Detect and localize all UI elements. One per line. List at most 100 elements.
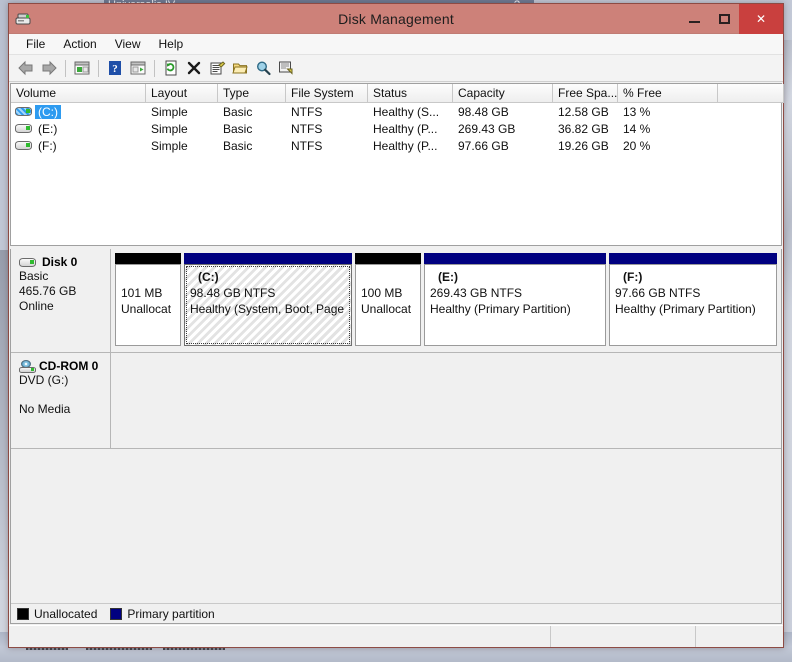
disk-row-disk0[interactable]: Disk 0 Basic 465.76 GB Online 101 MB Una… — [11, 249, 781, 353]
partition-strip: 101 MB Unallocat (C:) 98.48 GB NTFS Heal… — [111, 249, 781, 352]
window-controls: ✕ — [679, 3, 783, 34]
legend-swatch-unallocated — [17, 607, 29, 620]
toolbar: ? — [9, 55, 783, 82]
column-header-capacity[interactable]: Capacity — [453, 84, 553, 103]
status-cell: Healthy (S... — [373, 104, 440, 119]
partition-label: (F:) — [623, 270, 643, 284]
search-icon[interactable] — [252, 57, 274, 79]
column-header-empty[interactable] — [718, 84, 784, 103]
type-cell: Basic — [223, 121, 253, 136]
volume-label: (E:) — [38, 121, 58, 136]
menu-item-help[interactable]: Help — [150, 36, 193, 52]
column-header-status[interactable]: Status — [368, 84, 453, 103]
partition-cap — [355, 253, 421, 264]
table-row[interactable]: (F:) Simple Basic NTFS Healthy (P... 97.… — [11, 137, 781, 154]
legend-swatch-primary — [110, 607, 123, 620]
disk-row-cdrom0[interactable]: CD-ROM 0 DVD (G:) No Media — [11, 353, 781, 449]
partition-size: 98.48 GB NTFS — [190, 286, 276, 300]
menu-item-view[interactable]: View — [106, 36, 150, 52]
window-title: Disk Management — [338, 10, 454, 27]
table-row[interactable]: (E:) Simple Basic NTFS Healthy (P... 269… — [11, 120, 781, 137]
close-button[interactable]: ✕ — [739, 3, 783, 34]
table-row[interactable]: (C:) Simple Basic NTFS Healthy (S... 98.… — [11, 103, 781, 120]
disk-drive-icon — [15, 11, 31, 27]
menu-item-action[interactable]: Action — [54, 36, 105, 52]
partition-status: Healthy (System, Boot, Page — [190, 302, 345, 316]
partition-unallocated-1[interactable]: 101 MB Unallocat — [115, 253, 181, 346]
partition-status: Healthy (Primary Partition) — [430, 302, 571, 316]
column-header-volume[interactable]: Volume — [11, 84, 146, 103]
partition-box[interactable]: (E:) 269.43 GB NTFS Healthy (Primary Par… — [424, 264, 606, 346]
menu-item-file[interactable]: File — [17, 36, 54, 52]
partition-c[interactable]: (C:) 98.48 GB NTFS Healthy (System, Boot… — [184, 253, 352, 346]
minimize-button[interactable] — [679, 4, 709, 34]
column-header-percent-free[interactable]: % Free — [618, 84, 718, 103]
hard-disk-icon — [19, 257, 36, 268]
percent-free-cell: 13 % — [623, 104, 651, 119]
partition-e[interactable]: (E:) 269.43 GB NTFS Healthy (Primary Par… — [424, 253, 606, 346]
type-cell: Basic — [223, 104, 253, 119]
window-titlebar[interactable]: Disk Management ✕ — [9, 3, 783, 34]
show-tree-icon[interactable] — [71, 57, 93, 79]
partition-status: Healthy (Primary Partition) — [615, 302, 756, 316]
delete-icon[interactable] — [183, 57, 205, 79]
file-system-cell: NTFS — [291, 104, 323, 119]
status-bar — [9, 625, 783, 647]
partition-size: 269.43 GB NTFS — [430, 286, 523, 300]
partition-status: Unallocat — [121, 302, 172, 316]
show-action-pane-icon[interactable] — [127, 57, 149, 79]
volume-cell: (F:) — [11, 139, 146, 153]
rescan-disks-icon[interactable] — [275, 57, 297, 79]
partition-box[interactable]: (C:) 98.48 GB NTFS Healthy (System, Boot… — [184, 264, 352, 346]
graphical-disk-view: Disk 0 Basic 465.76 GB Online 101 MB Una… — [10, 249, 782, 624]
partition-f[interactable]: (F:) 97.66 GB NTFS Healthy (Primary Part… — [609, 253, 777, 346]
column-header-file-system[interactable]: File System — [286, 84, 368, 103]
open-folder-icon[interactable] — [229, 57, 251, 79]
properties-icon[interactable] — [206, 57, 228, 79]
volume-label: (C:) — [35, 104, 61, 119]
cdrom-title: CD-ROM 0 — [19, 359, 110, 373]
partition-box[interactable]: (F:) 97.66 GB NTFS Healthy (Primary Part… — [609, 264, 777, 346]
drive-icon — [15, 106, 32, 117]
cdrom-name: CD-ROM 0 — [39, 359, 99, 373]
partition-box[interactable]: 100 MB Unallocat — [355, 264, 421, 346]
column-header-free-space[interactable]: Free Spa... — [553, 84, 618, 103]
maximize-button[interactable] — [709, 4, 739, 34]
partition-size: 101 MB — [121, 286, 163, 300]
close-icon: ✕ — [755, 11, 767, 26]
volume-list[interactable]: Volume Layout Type File System Status Ca… — [10, 83, 784, 246]
disk-type: Basic — [19, 269, 49, 283]
capacity-cell: 97.66 GB — [458, 138, 509, 153]
partition-label: (C:) — [198, 270, 219, 284]
drive-icon — [15, 140, 32, 151]
cdrom-status: No Media — [19, 402, 71, 416]
cdrom-partition-strip — [111, 353, 781, 448]
disk-status: Online — [19, 299, 54, 313]
capacity-cell: 98.48 GB — [458, 104, 509, 119]
forward-icon[interactable] — [38, 57, 60, 79]
type-cell: Basic — [223, 138, 253, 153]
partition-box[interactable]: 101 MB Unallocat — [115, 264, 181, 346]
partition-status: Unallocat — [361, 302, 412, 316]
column-header-type[interactable]: Type — [218, 84, 286, 103]
legend: Unallocated Primary partition — [11, 603, 781, 623]
disk-info-panel[interactable]: Disk 0 Basic 465.76 GB Online — [11, 249, 111, 352]
free-space-cell: 12.58 GB — [558, 104, 609, 119]
refresh-icon[interactable] — [160, 57, 182, 79]
percent-free-cell: 20 % — [623, 138, 651, 153]
cdrom-info-panel[interactable]: CD-ROM 0 DVD (G:) No Media — [11, 353, 111, 448]
file-system-cell: NTFS — [291, 138, 323, 153]
status-pane-3 — [695, 626, 783, 647]
disk-view-empty-area — [11, 449, 781, 603]
partition-cap — [184, 253, 352, 264]
percent-free-cell: 14 % — [623, 121, 651, 136]
legend-label-unallocated: Unallocated — [34, 606, 98, 621]
column-header-layout[interactable]: Layout — [146, 84, 218, 103]
status-cell: Healthy (P... — [373, 138, 438, 153]
partition-unallocated-2[interactable]: 100 MB Unallocat — [355, 253, 421, 346]
disk-size: 465.76 GB — [19, 284, 77, 298]
disk-management-window: Disk Management ✕ File Action View Help — [8, 3, 784, 648]
help-icon[interactable]: ? — [104, 57, 126, 79]
back-icon[interactable] — [15, 57, 37, 79]
partition-cap — [424, 253, 606, 264]
